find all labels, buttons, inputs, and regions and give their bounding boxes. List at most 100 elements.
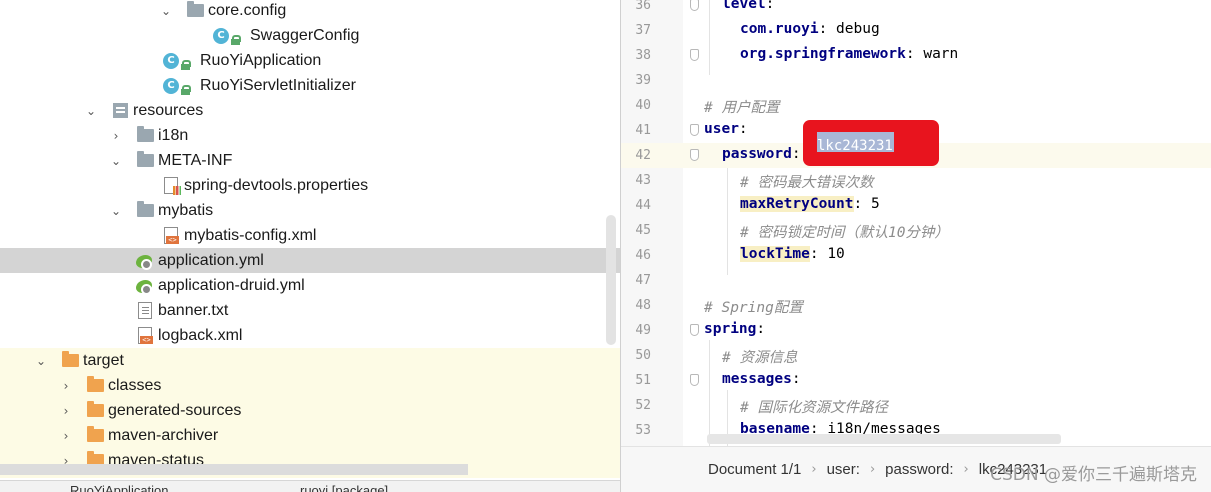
- code-line[interactable]: 52 # 国际化资源文件路径: [621, 393, 1211, 418]
- tree-item-label: application-druid.yml: [158, 276, 305, 294]
- yaml-comment: # 密码最大错误次数: [740, 175, 874, 191]
- bottom-tab-bar: RuoYiApplication ruoyi [package]: [0, 480, 620, 492]
- tree-item-generated-sources[interactable]: › generated-sources: [0, 398, 620, 423]
- tree-item-core-config[interactable]: ⌄ core.config: [0, 0, 620, 23]
- code-line[interactable]: 43 # 密码最大错误次数: [621, 168, 1211, 193]
- tree-item-classes[interactable]: › classes: [0, 373, 620, 398]
- folder-icon: [86, 376, 104, 395]
- yaml-comment: # Spring配置: [704, 300, 803, 316]
- class-icon: C: [212, 27, 241, 45]
- tree-item-mybatis-config[interactable]: mybatis-config.xml: [0, 223, 620, 248]
- chevron-right-icon[interactable]: ›: [58, 404, 74, 418]
- lock-icon: [181, 59, 191, 70]
- chevron-right-icon: ›: [811, 462, 817, 477]
- chevron-down-icon[interactable]: ⌄: [108, 204, 124, 218]
- editor-horizontal-scrollbar[interactable]: [707, 434, 1061, 444]
- tree-item-swaggerconfig[interactable]: C SwaggerConfig: [0, 23, 620, 48]
- tree-item-maven-archiver[interactable]: › maven-archiver: [0, 423, 620, 448]
- tree-item-ruoyiapplication[interactable]: C RuoYiApplication: [0, 48, 620, 73]
- line-number: 37: [635, 23, 651, 38]
- yaml-key: user: [704, 121, 739, 137]
- chevron-right-icon[interactable]: ›: [108, 129, 124, 143]
- code-line[interactable]: 36 level:: [621, 0, 1211, 18]
- tree-item-banner-txt[interactable]: banner.txt: [0, 298, 620, 323]
- line-number: 48: [635, 298, 651, 313]
- yaml-value: 5: [870, 196, 880, 212]
- tree-item-spring-devtools[interactable]: spring-devtools.properties: [0, 173, 620, 198]
- folder-icon: [136, 201, 154, 220]
- breadcrumb-password[interactable]: password:: [885, 461, 953, 478]
- code-line[interactable]: 44 maxRetryCount: 5: [621, 193, 1211, 218]
- line-number: 41: [635, 123, 651, 138]
- code-line[interactable]: 50 # 资源信息: [621, 343, 1211, 368]
- yaml-value: warn: [923, 46, 959, 62]
- code-line[interactable]: 47: [621, 268, 1211, 293]
- tree-item-label: application.yml: [158, 251, 264, 269]
- tree-item-application-druid-yml[interactable]: application-druid.yml: [0, 273, 620, 298]
- tree-item-mybatis[interactable]: ⌄ mybatis: [0, 198, 620, 223]
- tree-item-target[interactable]: ⌄ target: [0, 348, 620, 373]
- line-number: 50: [635, 348, 651, 363]
- line-number: 52: [635, 398, 651, 413]
- folder-icon: [136, 151, 154, 170]
- chevron-down-icon[interactable]: ⌄: [83, 104, 99, 118]
- code-line[interactable]: 49 spring:: [621, 318, 1211, 343]
- tree-item-meta-inf[interactable]: ⌄ META-INF: [0, 148, 620, 173]
- tree-item-label: classes: [108, 376, 162, 394]
- yaml-comment: # 国际化资源文件路径: [740, 400, 888, 416]
- redaction-box: lkc243231: [803, 120, 939, 166]
- line-number: 47: [635, 273, 651, 288]
- code-editor[interactable]: 36 level: 37 com.ruoyi: debug 38 org.spr…: [621, 0, 1211, 446]
- tree-item-resources[interactable]: ⌄ resources: [0, 98, 620, 123]
- tab-ruoyiapplication[interactable]: RuoYiApplication: [70, 483, 169, 492]
- tree-item-logback-xml[interactable]: logback.xml: [0, 323, 620, 348]
- code-line[interactable]: 46 lockTime: 10: [621, 243, 1211, 268]
- yaml-comment: # 用户配置: [704, 100, 780, 116]
- tree-vertical-scrollbar[interactable]: [606, 215, 616, 345]
- tree-horizontal-scrollbar[interactable]: [0, 464, 468, 475]
- chevron-down-icon[interactable]: ⌄: [108, 154, 124, 168]
- line-number: 51: [635, 373, 651, 388]
- fold-marker-icon[interactable]: [690, 149, 699, 161]
- chevron-right-icon[interactable]: ›: [58, 379, 74, 393]
- yaml-key: lockTime: [740, 246, 810, 262]
- yaml-key: maxRetryCount: [740, 196, 854, 212]
- chevron-right-icon: ›: [869, 462, 876, 477]
- tree-item-label: mybatis: [158, 201, 214, 219]
- xml-file-icon: [162, 227, 180, 245]
- yaml-key: spring: [704, 321, 757, 337]
- code-line[interactable]: 51 messages:: [621, 368, 1211, 393]
- code-line[interactable]: 39: [621, 68, 1211, 93]
- line-number: 36: [635, 0, 651, 13]
- code-line[interactable]: 48 # Spring配置: [621, 293, 1211, 318]
- tree-item-ruoyiservletinitializer[interactable]: C RuoYiServletInitializer: [0, 73, 620, 98]
- tree-item-label: RuoYiApplication: [200, 51, 322, 69]
- tree-item-application-yml[interactable]: application.yml: [0, 248, 620, 273]
- line-number: 46: [635, 248, 651, 263]
- tab-ruoyi-package[interactable]: ruoyi [package]: [300, 483, 388, 492]
- tree-item-label: generated-sources: [108, 401, 242, 419]
- code-line[interactable]: 38 org.springframework: warn: [621, 43, 1211, 68]
- fold-marker-icon[interactable]: [690, 324, 699, 336]
- code-line[interactable]: 40 # 用户配置: [621, 93, 1211, 118]
- breadcrumb-document[interactable]: Document 1/1: [708, 461, 801, 478]
- yaml-value: 10: [827, 246, 845, 262]
- fold-marker-icon[interactable]: [690, 0, 699, 11]
- line-number: 43: [635, 173, 651, 188]
- tree-item-label: banner.txt: [158, 301, 229, 319]
- yaml-key: com.ruoyi: [740, 21, 819, 37]
- breadcrumb-user[interactable]: user:: [827, 461, 860, 478]
- tree-item-label: RuoYiServletInitializer: [200, 76, 356, 94]
- code-line[interactable]: 45 # 密码锁定时间（默认10分钟）: [621, 218, 1211, 243]
- chevron-right-icon[interactable]: ›: [58, 429, 74, 443]
- chevron-down-icon[interactable]: ⌄: [33, 354, 49, 368]
- text-file-icon: [136, 302, 154, 320]
- tree-item-label: SwaggerConfig: [250, 26, 360, 44]
- properties-file-icon: [162, 177, 181, 195]
- fold-marker-icon[interactable]: [690, 124, 699, 136]
- chevron-down-icon[interactable]: ⌄: [158, 4, 174, 18]
- tree-item-i18n[interactable]: › i18n: [0, 123, 620, 148]
- fold-marker-icon[interactable]: [690, 374, 699, 386]
- fold-marker-icon[interactable]: [690, 49, 699, 61]
- code-line[interactable]: 37 com.ruoyi: debug: [621, 18, 1211, 43]
